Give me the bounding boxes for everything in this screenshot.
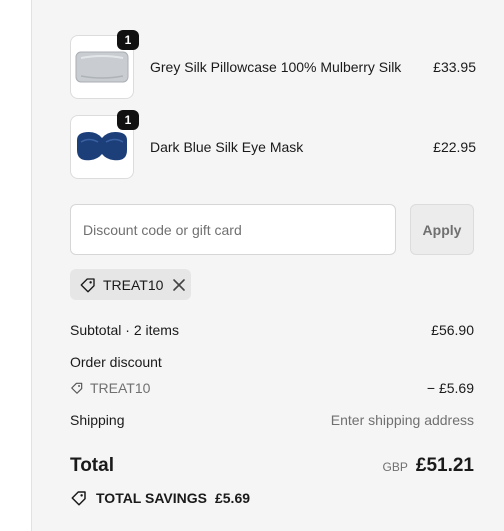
discount-code-input[interactable] — [70, 204, 396, 255]
discount-value: − £5.69 — [426, 380, 474, 396]
remove-discount-icon[interactable] — [172, 278, 186, 292]
subtotal-row: Subtotal · 2 items £56.90 — [70, 322, 474, 338]
total-amount-group: GBP £51.21 — [383, 455, 474, 477]
product-name: Dark Blue Silk Eye Mask — [150, 139, 304, 155]
product-thumbnail: 1 — [70, 30, 139, 99]
pillowcase-image — [75, 51, 129, 83]
shipping-row: Shipping Enter shipping address — [70, 412, 474, 428]
tag-icon — [79, 276, 97, 294]
order-summary-panel: 1 Grey Silk Pillowcase 100% Mulberry Sil… — [32, 0, 504, 531]
apply-discount-button[interactable]: Apply — [410, 204, 474, 255]
discount-code-line: TREAT10 — [70, 380, 150, 396]
tag-icon — [70, 489, 88, 507]
discount-code-text: TREAT10 — [90, 380, 151, 396]
shipping-label: Shipping — [70, 412, 125, 428]
total-savings: TOTAL SAVINGS £5.69 — [70, 489, 250, 507]
line-item: 1 Grey Silk Pillowcase 100% Mulberry Sil… — [70, 30, 476, 99]
discount-code-row: TREAT10 − £5.69 — [70, 380, 474, 396]
tag-icon — [70, 381, 84, 395]
product-price: £33.95 — [433, 59, 476, 75]
order-discount-row: Order discount — [70, 354, 474, 370]
total-amount: £51.21 — [415, 455, 474, 476]
product-thumbnail: 1 — [70, 110, 139, 179]
subtotal-value: £56.90 — [431, 322, 474, 338]
product-price: £22.95 — [433, 139, 476, 155]
savings-label: TOTAL SAVINGS — [96, 490, 207, 506]
eye-mask-image — [77, 132, 127, 161]
order-discount-label: Order discount — [70, 354, 162, 370]
shipping-value: Enter shipping address — [330, 412, 474, 428]
checkout-left-pane — [0, 0, 32, 531]
quantity-badge: 1 — [117, 110, 139, 130]
savings-amount: £5.69 — [214, 490, 251, 506]
quantity-badge: 1 — [117, 30, 139, 50]
line-item: 1 Dark Blue Silk Eye Mask £22.95 — [70, 110, 476, 179]
applied-discount-chip: TREAT10 — [70, 269, 191, 300]
total-row: Total GBP £51.21 — [70, 455, 474, 477]
total-label: Total — [70, 455, 114, 476]
subtotal-label: Subtotal · 2 items — [70, 322, 179, 338]
currency-code: GBP — [382, 460, 408, 474]
applied-discount-code: TREAT10 — [103, 276, 164, 293]
product-name: Grey Silk Pillowcase 100% Mulberry Silk — [150, 59, 402, 75]
